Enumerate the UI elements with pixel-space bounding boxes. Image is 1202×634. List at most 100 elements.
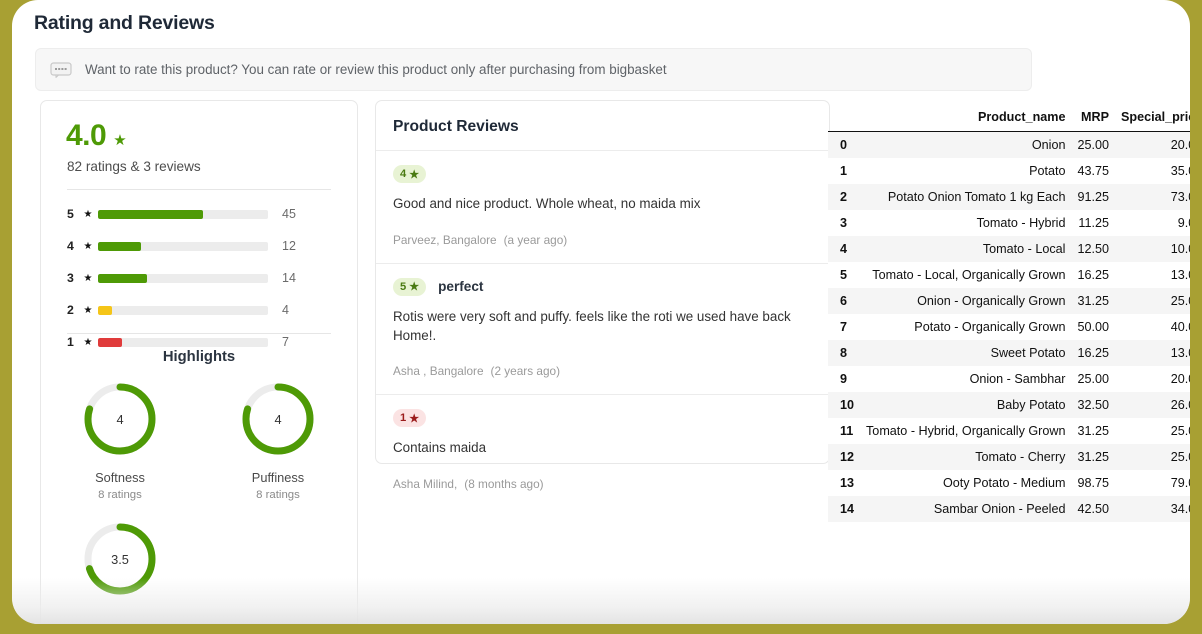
- rating-bar-fill: [98, 210, 203, 219]
- cell-product-name: Onion - Organically Grown: [860, 288, 1071, 314]
- cell-product-name: Potato Onion Tomato 1 kg Each: [860, 184, 1071, 210]
- cell-index: 13: [828, 470, 860, 496]
- cell-special-price: 20.00: [1115, 132, 1190, 159]
- column-header-product-name: Product_name: [860, 108, 1071, 132]
- cell-special-price: 9.00: [1115, 210, 1190, 236]
- rating-bar-stars: 2: [67, 303, 80, 317]
- highlight-label: Puffiness: [252, 470, 304, 485]
- table-row: 12Tomato - Cherry31.2525.00: [828, 444, 1190, 470]
- products-table-wrapper: Product_name MRP Special_price 0Onion 25.…: [828, 108, 1188, 522]
- donut-chart: 3.5: [80, 519, 160, 599]
- cell-special-price: 13.00: [1115, 262, 1190, 288]
- cell-index: 8: [828, 340, 860, 366]
- cell-mrp: 50.00: [1071, 314, 1115, 340]
- donut-chart: 4: [238, 379, 318, 459]
- review-rating-value: 5: [400, 281, 406, 293]
- cell-mrp: 11.25: [1071, 210, 1115, 236]
- table-header-row: Product_name MRP Special_price: [828, 108, 1190, 132]
- cell-index: 9: [828, 366, 860, 392]
- products-table: Product_name MRP Special_price 0Onion 25.…: [828, 108, 1190, 522]
- cell-mrp: 12.50: [1071, 236, 1115, 262]
- cell-mrp: 31.25: [1071, 418, 1115, 444]
- cell-index: 3: [828, 210, 860, 236]
- table-row: 1Potato43.7535.00: [828, 158, 1190, 184]
- star-icon: ★: [80, 209, 96, 220]
- review-item: 5★perfectRotis were very soft and puffy.…: [376, 263, 829, 395]
- highlight-ratings-count: 8 ratings: [98, 489, 142, 501]
- star-icon: ★: [113, 131, 126, 149]
- rating-notice-bar: Want to rate this product? You can rate …: [35, 48, 1032, 91]
- rating-bar-track: [98, 210, 268, 219]
- donut-value: 4: [238, 379, 318, 459]
- star-icon: ★: [80, 305, 96, 316]
- review-body: Good and nice product. Whole wheat, no m…: [393, 195, 812, 214]
- cell-mrp: 25.00: [1071, 366, 1115, 392]
- review-header: 5★ perfect: [393, 278, 812, 296]
- review-header: 4★: [393, 165, 812, 183]
- cell-index: 11: [828, 418, 860, 444]
- review-time: (8 months ago): [464, 477, 543, 491]
- highlight-ratings-count: 8 ratings: [256, 489, 300, 501]
- products-table-body: 0Onion25.0020.001Potato43.7535.002Potato…: [828, 132, 1190, 523]
- donut-value: 3.5: [80, 519, 160, 599]
- overall-rating: 4.0 ★: [66, 119, 127, 153]
- cell-product-name: Onion - Sambhar: [860, 366, 1071, 392]
- cell-product-name: Tomato - Local, Organically Grown: [860, 262, 1071, 288]
- cell-index: 1: [828, 158, 860, 184]
- star-icon: ★: [80, 273, 96, 284]
- rating-bar-row: 5★45: [67, 203, 335, 225]
- rating-summary-panel: 4.0 ★ 82 ratings & 3 reviews 5★454★123★1…: [40, 100, 358, 624]
- donut-value: 4: [80, 379, 160, 459]
- rating-bar-track: [98, 274, 268, 283]
- cell-product-name: Potato: [860, 158, 1071, 184]
- rating-bar-count: 45: [282, 207, 296, 221]
- cell-mrp: 16.25: [1071, 340, 1115, 366]
- table-row: 4Tomato - Local12.5010.00: [828, 236, 1190, 262]
- product-reviews-panel: Product Reviews 4★Good and nice product.…: [375, 100, 830, 464]
- product-reviews-title: Product Reviews: [376, 101, 829, 150]
- review-time: (2 years ago): [491, 364, 561, 378]
- review-meta: Asha Milind,(8 months ago): [393, 477, 812, 491]
- cell-product-name: Onion: [860, 132, 1071, 159]
- review-subject: perfect: [438, 279, 483, 294]
- highlight-item: 4 Puffiness 8 ratings: [199, 379, 357, 501]
- donut-chart: 4: [80, 379, 160, 459]
- review-rating-badge: 1★: [393, 409, 426, 427]
- star-icon: ★: [409, 280, 419, 293]
- highlight-item: 3.5: [41, 519, 199, 599]
- cell-special-price: 35.00: [1115, 158, 1190, 184]
- rating-count-text: 82 ratings & 3 reviews: [67, 159, 201, 174]
- highlights-grid: 4Softness8 ratings4Puffiness8 ratings3.5: [41, 379, 357, 617]
- table-row: 10Baby Potato32.5026.00: [828, 392, 1190, 418]
- rating-bar-track: [98, 242, 268, 251]
- review-author: Parveez, Bangalore: [393, 233, 497, 247]
- cell-index: 0: [828, 132, 860, 159]
- cell-product-name: Sambar Onion - Peeled: [860, 496, 1071, 522]
- review-meta: Asha , Bangalore(2 years ago): [393, 364, 812, 378]
- table-row: 3Tomato - Hybrid11.259.00: [828, 210, 1190, 236]
- cell-index: 7: [828, 314, 860, 340]
- column-header-mrp: MRP: [1071, 108, 1115, 132]
- review-rating-value: 4: [400, 168, 406, 180]
- divider: [67, 333, 331, 334]
- cell-index: 5: [828, 262, 860, 288]
- cell-product-name: Potato - Organically Grown: [860, 314, 1071, 340]
- table-row: 2Potato Onion Tomato 1 kg Each91.2573.00: [828, 184, 1190, 210]
- highlight-item: 4Softness8 ratings: [41, 379, 199, 501]
- cell-special-price: 20.00: [1115, 366, 1190, 392]
- review-rating-badge: 5★: [393, 278, 426, 296]
- table-row: 13Ooty Potato - Medium98.7579.00: [828, 470, 1190, 496]
- rating-distribution: 5★454★123★142★41★7: [67, 203, 335, 363]
- cell-special-price: 73.00: [1115, 184, 1190, 210]
- rating-bar-row: 4★12: [67, 235, 335, 257]
- cell-special-price: 25.00: [1115, 444, 1190, 470]
- star-icon: ★: [409, 168, 419, 181]
- star-icon: ★: [409, 412, 419, 425]
- rating-bar-fill: [98, 338, 122, 347]
- rating-bar-row: 3★14: [67, 267, 335, 289]
- cell-special-price: 79.00: [1115, 470, 1190, 496]
- cell-product-name: Baby Potato: [860, 392, 1071, 418]
- rating-bar-track: [98, 306, 268, 315]
- cell-index: 4: [828, 236, 860, 262]
- cell-mrp: 43.75: [1071, 158, 1115, 184]
